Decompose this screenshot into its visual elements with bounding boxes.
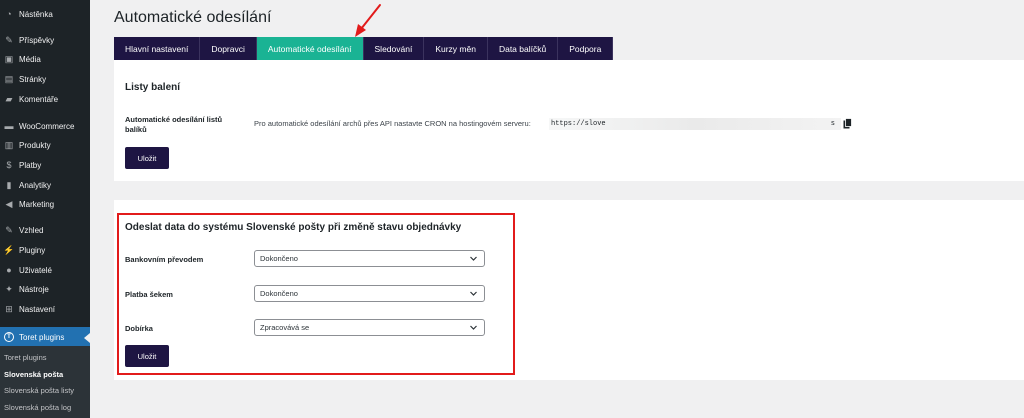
page-title: Automatické odesílání (114, 9, 272, 26)
sidebar-item-appearance[interactable]: ✎ Vzhled (0, 220, 90, 240)
packing-lists-panel: Listy balení Automatické odesílání listů… (114, 60, 1024, 181)
users-icon: ● (6, 264, 12, 275)
sidebar-item-settings[interactable]: ⊞ Nastavení (0, 299, 90, 319)
sidebar-item-pages[interactable]: ▤ Stránky (0, 69, 90, 89)
pushpin-icon: ✎ (5, 34, 13, 45)
sidebar-item-label: Uživatelé (19, 265, 52, 275)
sidebar-item-label: Média (19, 54, 41, 64)
cron-description: Pro automatické odesílání archů přes API… (254, 119, 531, 128)
tab-carriers[interactable]: Dopravci (200, 37, 257, 60)
plugins-icon: ⚡ (3, 244, 15, 255)
toret-icon: T (4, 332, 14, 342)
appearance-icon: ✎ (5, 224, 13, 235)
sidebar-item-label: Nastavení (19, 304, 56, 314)
submenu-item-slovenska-posta-log[interactable]: Slovenská pošta log (4, 403, 71, 412)
sidebar-item-products[interactable]: ▥ Produkty (0, 135, 90, 155)
tab-support[interactable]: Podpora (558, 37, 614, 60)
sidebar-item-label: Stránky (19, 74, 47, 84)
comments-icon: ▰ (5, 93, 13, 104)
sidebar-item-label: Analytiky (19, 180, 52, 190)
payments-icon: $ (6, 159, 12, 170)
settings-icon: ⊞ (5, 303, 13, 314)
sidebar-item-posts[interactable]: ✎ Příspěvky (0, 30, 90, 50)
save-button[interactable]: Uložit (125, 147, 169, 169)
sidebar-item-analytics[interactable]: ▮ Analytiky (0, 175, 90, 195)
analytics-icon: ▮ (6, 179, 12, 190)
pages-icon: ▤ (4, 73, 14, 84)
sidebar-item-payments[interactable]: $ Platby (0, 155, 90, 175)
sidebar-submenu: Toret plugins Slovenská pošta Slovenská … (0, 346, 90, 418)
sidebar-item-users[interactable]: ● Uživatelé (0, 260, 90, 280)
sidebar-item-label: Marketing (19, 199, 55, 209)
auto-send-label: Automatické odesílání listů balíků (125, 115, 223, 134)
sidebar-item-label: Vzhled (19, 225, 44, 235)
cron-url[interactable]: https://slove s (549, 118, 841, 130)
tab-tracking[interactable]: Sledování (363, 37, 425, 60)
tab-bar: Hlavní nastavení Dopravci Automatické od… (114, 37, 614, 60)
annotation-arrow (355, 4, 381, 37)
woocommerce-icon: ▬ (4, 120, 14, 131)
submenu-item-slovenska-posta[interactable]: Slovenská pošta (4, 370, 63, 379)
tab-package-data[interactable]: Data balíčků (487, 37, 559, 60)
sidebar-item-label: Toret plugins (19, 332, 65, 342)
products-icon: ▥ (4, 139, 14, 150)
submenu-item-toret-plugins[interactable]: Toret plugins (4, 353, 47, 362)
sidebar-item-marketing[interactable]: ◀ Marketing (0, 194, 90, 214)
toret-icon-letter: T (4, 332, 14, 342)
sidebar-item-dashboard[interactable]: ◔ Nástěnka (0, 4, 90, 24)
cron-url-end: s (830, 120, 835, 128)
annotation-highlight-box (117, 213, 515, 375)
section-heading: Listy balení (125, 82, 181, 93)
sidebar-item-label: Nástěnka (19, 9, 53, 19)
sidebar-item-label: Příspěvky (19, 35, 55, 45)
cron-url-start: https://slove (551, 120, 606, 128)
sidebar-item-label: Pluginy (19, 245, 46, 255)
sidebar-item-tools[interactable]: ✦ Nástroje (0, 279, 90, 299)
sidebar-item-plugins[interactable]: ⚡ Pluginy (0, 240, 90, 260)
admin-sidebar: ◔ Nástěnka ✎ Příspěvky ▣ Média ▤ Stránky ▰ Ko… (0, 0, 90, 418)
media-icon: ▣ (4, 53, 14, 64)
tab-main-settings[interactable]: Hlavní nastavení (114, 37, 201, 60)
sidebar-item-label: Platby (19, 160, 42, 170)
sidebar-item-label: Produkty (19, 140, 51, 150)
submenu-item-slovenska-posta-listy[interactable]: Slovenská pošta listy (4, 386, 74, 395)
sidebar-item-label: Nástroje (19, 284, 49, 294)
tab-exchange-rates[interactable]: Kurzy měn (424, 37, 488, 60)
megaphone-icon: ◀ (5, 198, 13, 209)
copy-icon[interactable] (843, 118, 852, 129)
sidebar-item-media[interactable]: ▣ Média (0, 49, 90, 69)
sidebar-item-woocommerce[interactable]: ▬ WooCommerce (0, 116, 90, 136)
sidebar-item-comments[interactable]: ▰ Komentáře (0, 89, 90, 109)
sidebar-item-toret-plugins[interactable]: T Toret plugins (0, 327, 90, 347)
tools-icon: ✦ (5, 283, 13, 294)
sidebar-item-label: Komentáře (19, 94, 59, 104)
dashboard-icon: ◔ (6, 8, 12, 19)
tab-automatic-sending[interactable]: Automatické odesílání (256, 37, 364, 60)
sidebar-item-label: WooCommerce (19, 121, 75, 131)
